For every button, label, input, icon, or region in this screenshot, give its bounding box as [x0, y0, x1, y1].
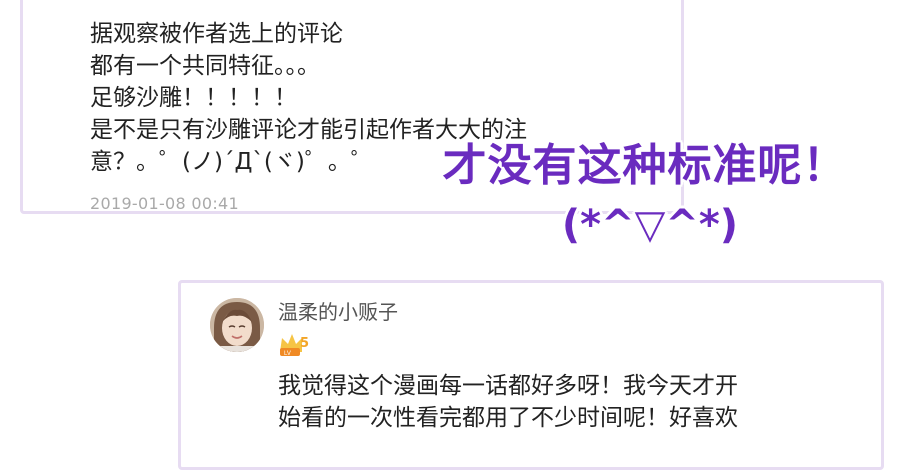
bottom-comment-body: 我觉得这个漫画每一话都好多呀！我今天才开 始看的一次性看完都用了不少时间呢！好喜… — [278, 370, 738, 434]
svg-text:LV: LV — [284, 351, 291, 357]
comment-line: 始看的一次性看完都用了不少时间呢！好喜欢 — [278, 405, 738, 431]
user-avatar[interactable] — [210, 298, 264, 352]
comment-line: 都有一个共同特征。。。 — [90, 53, 320, 79]
comment-line: 意？。゜(ノ)´Д`(ヾ)゜。゜ — [90, 149, 374, 175]
comment-line: 据观察被作者选上的评论 — [90, 21, 343, 47]
level-number: 5 — [300, 336, 310, 351]
level-badge: LV 5 — [278, 330, 318, 360]
username[interactable]: 温柔的小贩子 — [278, 296, 398, 325]
comment-line: 足够沙雕！！！！！ — [90, 85, 297, 111]
crown-icon: LV — [280, 334, 302, 357]
overlay-caption-emoticon: (*^▽^*) — [561, 202, 739, 248]
comment-line: 我觉得这个漫画每一话都好多呀！我今天才开 — [278, 373, 738, 399]
overlay-caption-main: 才没有这种标准呢！ — [442, 140, 848, 191]
comment-timestamp: 2019-01-08 00:41 — [90, 194, 239, 213]
avatar-portrait-icon — [210, 298, 264, 352]
